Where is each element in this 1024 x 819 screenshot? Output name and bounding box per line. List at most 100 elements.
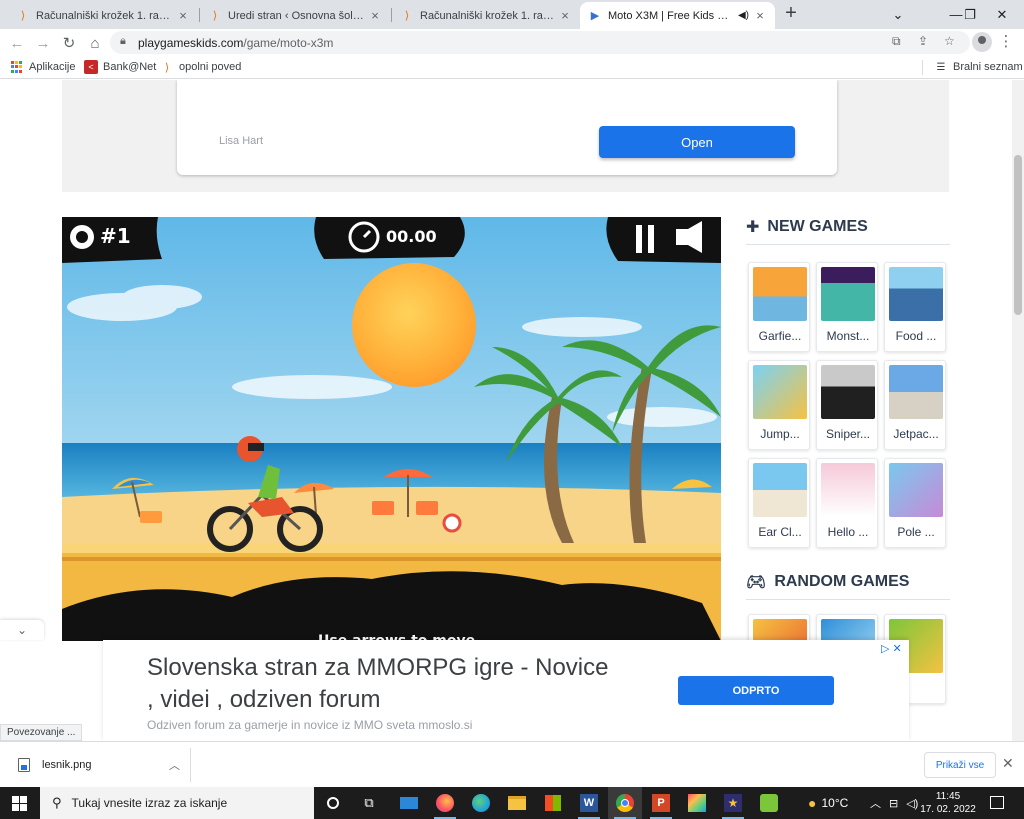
ad-advertiser-name: Lisa Hart	[219, 135, 264, 147]
wordpress-favicon-icon: ⟩	[212, 10, 218, 22]
game-card-monster[interactable]: Monst...	[816, 262, 878, 352]
browser-tab-1[interactable]: ⟩ Računalniški krožek 1. razred – O ×	[8, 2, 198, 29]
ad-choices-icon[interactable]: ▷ ✕	[881, 642, 902, 655]
sound-toggle-icon[interactable]	[668, 219, 708, 257]
ad-cta-button[interactable]: ODPRTO	[678, 676, 834, 705]
close-window-button[interactable]: ✕	[980, 0, 1024, 29]
game-card-title: Garfie...	[758, 329, 802, 343]
mail-icon[interactable]	[392, 787, 426, 819]
movie-maker-icon[interactable]: ★	[716, 787, 750, 819]
notifications-icon[interactable]	[990, 796, 1004, 809]
chevron-up-icon[interactable]: ︿	[169, 757, 180, 773]
search-icon: ⚲	[52, 795, 62, 810]
tab-title: Računalniški krožek 1. razred – O	[420, 9, 554, 22]
clock-date: 17. 02. 2022	[920, 804, 976, 815]
close-tab-icon[interactable]: ×	[753, 8, 767, 23]
hud-timer: 00.00	[386, 227, 437, 246]
page-scrollbar[interactable]	[1012, 80, 1024, 741]
taskbar-clock[interactable]: 11:45 17. 02. 2022	[918, 790, 978, 816]
game-card-hello[interactable]: Hello ...	[816, 458, 878, 548]
address-bar[interactable]: 🔒︎ playgameskids.com/game/moto-x3m ⧉ ⇪ ☆	[110, 31, 970, 54]
game-card-title: Food ...	[895, 329, 937, 343]
bottom-ad-banner[interactable]: Slovenska stran za MMORPG igre - Novice …	[103, 640, 909, 741]
game-app-icon[interactable]	[752, 787, 786, 819]
game-card-food[interactable]: Food ...	[884, 262, 946, 352]
game-card-title: Hello ...	[827, 525, 869, 539]
edge-icon[interactable]	[464, 787, 498, 819]
weather-widget[interactable]: ● 10°C	[808, 787, 848, 819]
scrollbar-thumb[interactable]	[1014, 155, 1022, 315]
file-explorer-icon[interactable]	[500, 787, 534, 819]
url-path: /game/moto-x3m	[243, 36, 334, 50]
address-url[interactable]: playgameskids.com/game/moto-x3m	[138, 36, 333, 50]
ad-subline: Odziven forum za gamerje in novice iz MM…	[147, 718, 473, 732]
menu-kebab-icon[interactable]: ⋮	[998, 32, 1014, 54]
close-tab-icon[interactable]: ×	[558, 8, 572, 23]
ad-headline[interactable]: Slovenska stran za MMORPG igre - Novice …	[147, 652, 617, 716]
bookmark-label: opolni poved	[179, 61, 242, 73]
game-thumbnail	[889, 463, 943, 517]
task-view-icon[interactable]: ⧉	[352, 787, 386, 819]
new-tab-button[interactable]: +	[781, 3, 801, 25]
game-canvas[interactable]: #1 00.00 Use arrows to move	[62, 217, 721, 641]
windows-start-icon[interactable]	[12, 796, 27, 811]
share-icon[interactable]: ⇪	[918, 34, 928, 48]
pause-icon[interactable]	[632, 221, 660, 257]
game-card-jetpack[interactable]: Jetpac...	[884, 360, 946, 450]
translate-icon[interactable]: ⧉	[892, 34, 901, 49]
system-tray: ︿ ⊟ ◁)	[870, 787, 918, 819]
page-viewport: Lisa Hart Open #1 00.00 Use arrows to mo…	[0, 80, 1012, 741]
game-card-ear[interactable]: Ear Cl...	[748, 458, 810, 548]
plus-icon: ✚	[746, 219, 760, 236]
store-icon[interactable]	[536, 787, 570, 819]
game-card-garfield[interactable]: Garfie...	[748, 262, 810, 352]
network-icon[interactable]: ⊟	[889, 797, 898, 810]
download-item[interactable]: lesnik.png ︿	[10, 748, 188, 782]
hud-rank: #1	[100, 224, 131, 248]
game-card-pole[interactable]: Pole ...	[884, 458, 946, 548]
profile-avatar-icon[interactable]	[972, 32, 992, 52]
powerpoint-icon[interactable]: P	[644, 787, 678, 819]
tab-search-button[interactable]: ⌄	[876, 0, 920, 29]
firefox-icon[interactable]	[428, 787, 462, 819]
chrome-icon[interactable]	[608, 787, 642, 819]
wordpress-favicon-icon: ⟩	[20, 10, 26, 22]
bookmark-star-icon[interactable]: ☆	[944, 34, 955, 48]
word-icon[interactable]: W	[572, 787, 606, 819]
cortana-icon[interactable]	[316, 787, 350, 819]
reading-list-button[interactable]: ☰ Bralni seznam	[934, 60, 1023, 74]
collapse-ad-button[interactable]: ⌄	[0, 620, 44, 640]
bookmark-apps[interactable]: Aplikacije	[10, 60, 75, 74]
image-file-icon	[18, 758, 30, 772]
forward-button[interactable]: →	[32, 32, 54, 54]
weather-temp: 10°C	[821, 796, 849, 810]
apps-grid-icon	[10, 60, 24, 74]
browser-tab-3[interactable]: ⟩ Računalniški krožek 1. razred – O ×	[392, 2, 580, 29]
ad-open-button[interactable]: Open	[599, 126, 795, 158]
game-card-sniper[interactable]: Sniper...	[816, 360, 878, 450]
game-scene	[62, 217, 721, 641]
game-card-jump[interactable]: Jump...	[748, 360, 810, 450]
show-all-downloads-button[interactable]: Prikaži vse	[924, 752, 996, 778]
gamepad-icon: 🎮︎	[746, 574, 767, 591]
close-tab-icon[interactable]: ×	[176, 8, 190, 23]
home-button[interactable]: ⌂	[84, 32, 106, 54]
chevron-up-icon[interactable]: ︿	[870, 795, 881, 811]
close-tab-icon[interactable]: ×	[368, 8, 382, 23]
browser-tab-active[interactable]: ▶ Moto X3M | Free Kids Games ◀) ×	[580, 2, 775, 29]
bookmark-label: Aplikacije	[29, 61, 76, 73]
bookmark-opolni-poved[interactable]: ⟩ opolni poved	[160, 60, 242, 74]
browser-tab-2[interactable]: ⟩ Uredi stran ‹ Osnovna šola Sveti ×	[200, 2, 390, 29]
bookmark-banknet[interactable]: < Bank@Net	[84, 60, 156, 74]
taskbar-search-box[interactable]: ⚲ Tukaj vnesite izraz za iskanje	[40, 787, 314, 819]
top-ad-card[interactable]: Lisa Hart Open	[177, 80, 837, 175]
close-downloads-icon[interactable]: ✕	[1002, 755, 1014, 772]
volume-icon[interactable]: ◁)	[906, 797, 918, 810]
reload-button[interactable]: ↻	[58, 32, 80, 54]
lock-icon[interactable]: 🔒︎	[120, 35, 126, 48]
status-bar: Povezovanje ...	[0, 724, 83, 741]
speaker-icon[interactable]: ◀)	[738, 10, 749, 21]
paint-icon[interactable]	[680, 787, 714, 819]
back-button[interactable]: ←	[6, 32, 28, 54]
download-divider	[190, 748, 191, 782]
